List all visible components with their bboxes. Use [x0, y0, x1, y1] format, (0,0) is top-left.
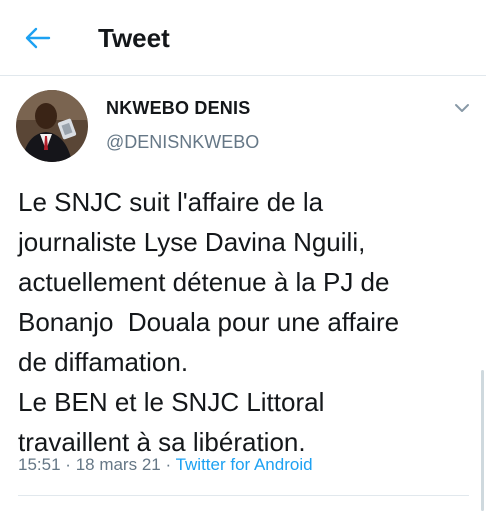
tweet-date: 18 mars 21 — [75, 455, 161, 474]
meta-separator: · — [165, 455, 172, 474]
divider — [18, 495, 469, 496]
top-app-bar: Tweet — [0, 0, 486, 76]
avatar[interactable] — [16, 90, 88, 162]
arrow-left-icon — [25, 27, 51, 49]
tweet-source-link[interactable]: Twitter for Android — [176, 455, 313, 474]
author-handle[interactable]: @DENISNKWEBO — [106, 132, 259, 153]
tweet-meta: 15:51 · 18 mars 21 · Twitter for Android — [18, 455, 313, 475]
tweet-text: Le SNJC suit l'affaire de la journaliste… — [18, 187, 400, 457]
back-button[interactable] — [22, 22, 54, 54]
author-name[interactable]: NKWEBO DENIS — [106, 98, 250, 119]
avatar-image — [16, 90, 88, 162]
tweet-time: 15:51 — [18, 455, 61, 474]
scrollbar[interactable] — [481, 370, 484, 511]
chevron-down-icon — [455, 104, 469, 112]
more-options-button[interactable] — [452, 98, 472, 118]
page-title: Tweet — [98, 23, 170, 53]
meta-separator: · — [65, 455, 71, 474]
